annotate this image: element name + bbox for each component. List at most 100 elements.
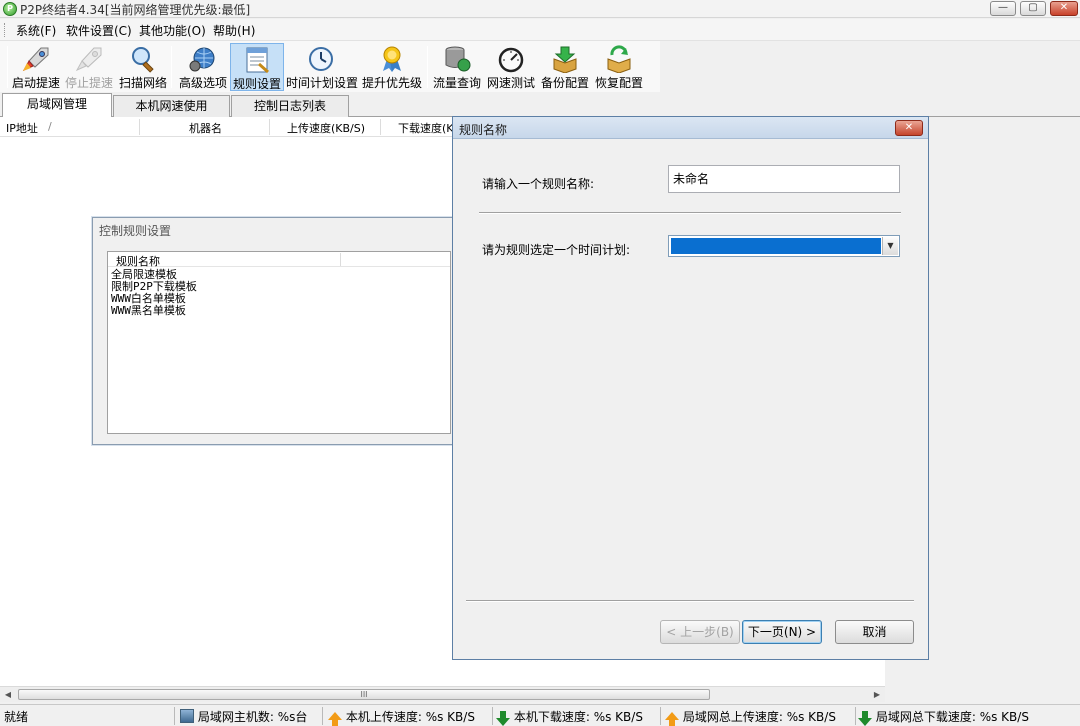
rules-document-icon (246, 47, 269, 74)
raise-priority-button[interactable]: 提升优先级 (362, 43, 422, 91)
magnifier-icon (132, 47, 154, 73)
title-bar: P P2P终结者4.34[当前网络管理优先级:最低] — ▢ ✕ (0, 0, 1080, 18)
schedule-select[interactable]: ▼ (668, 235, 900, 257)
column-download-speed[interactable]: 下载速度(K (398, 120, 454, 136)
tool-label: 恢复配置 (594, 76, 643, 90)
close-window-button[interactable]: ✕ (1050, 1, 1078, 16)
column-separator[interactable] (269, 119, 270, 135)
local-upload-status: 本机上传速度: %s KB/S (328, 708, 475, 726)
status-separator (660, 707, 661, 725)
tool-label: 备份配置 (540, 76, 589, 90)
advanced-options-button[interactable]: 高级选项 (177, 43, 229, 91)
tool-label: 时间计划设置 (286, 76, 359, 90)
column-machine-name[interactable]: 机器名 (189, 120, 222, 136)
maximize-button[interactable]: ▢ (1020, 1, 1046, 16)
schedule-selected-value (671, 238, 881, 254)
dialog-close-button[interactable]: ✕ (895, 120, 923, 136)
restore-config-button[interactable]: 恢复配置 (594, 43, 644, 91)
speed-test-button[interactable]: 网速测试 (486, 43, 536, 91)
start-speedup-button[interactable]: 启动提速 (12, 43, 60, 91)
dialog-title: 规则名称 (459, 123, 508, 137)
clock-icon (309, 47, 333, 71)
rocket-icon (22, 47, 49, 72)
local-download-label: 本机下载速度: (513, 710, 590, 724)
menu-help[interactable]: 帮助(H) (213, 22, 255, 39)
database-globe-icon (445, 46, 471, 72)
speedometer-icon (498, 47, 524, 73)
app-logo-icon: P (3, 2, 17, 16)
column-rule-name[interactable]: 规则名称 (116, 253, 160, 269)
status-separator (174, 707, 175, 725)
status-separator (855, 707, 856, 725)
scan-network-button[interactable]: 扫描网络 (119, 43, 167, 91)
menu-software-settings[interactable]: 软件设置(C) (66, 22, 132, 39)
backup-config-button[interactable]: 备份配置 (540, 43, 590, 91)
window-title: P2P终结者4.34[当前网络管理优先级:最低] (20, 3, 251, 17)
download-arrow-icon (496, 711, 510, 726)
toolbar: 启动提速 停止提速 扫描网络 高级选项 规则设置 时间计划设置 提升优先级 流量… (0, 41, 660, 92)
rule-name-input[interactable]: 未命名 (668, 165, 900, 193)
status-separator (322, 707, 323, 725)
scroll-right-arrow-icon[interactable]: ▶ (871, 690, 883, 700)
sort-indicator: / (48, 120, 52, 133)
tool-label: 高级选项 (178, 76, 227, 90)
rocket-disabled-icon (75, 47, 102, 72)
schedule-settings-button[interactable]: 时间计划设置 (286, 43, 359, 91)
next-page-button[interactable]: 下一页(N) > (742, 620, 822, 644)
tab-local-speed[interactable]: 本机网速使用 (113, 95, 230, 117)
column-ip-address[interactable]: IP地址 (6, 120, 38, 136)
scrollbar-thumb[interactable]: III (18, 689, 710, 700)
prev-step-button[interactable]: < 上一步(B) (660, 620, 740, 644)
toolbar-separator (7, 46, 8, 88)
column-upload-speed[interactable]: 上传速度(KB/S) (287, 120, 365, 136)
tool-label: 流量查询 (432, 76, 481, 90)
traffic-query-button[interactable]: 流量查询 (432, 43, 482, 91)
menu-bar: 系统(F) 软件设置(C) 其他功能(O) 帮助(H) (0, 19, 1080, 41)
tool-label: 网速测试 (486, 76, 535, 90)
box-refresh-icon (607, 45, 631, 73)
download-arrow-icon (858, 711, 872, 726)
rule-list[interactable]: 规则名称 全局限速模板 限制P2P下载模板 WWW白名单模板 WWW黑名单模板 (107, 251, 451, 434)
lan-download-label: 局域网总下载速度: (875, 710, 976, 724)
rule-name-label: 请输入一个规则名称: (482, 177, 595, 191)
horizontal-scrollbar[interactable]: ◀ III ▶ (0, 686, 885, 702)
minimize-button[interactable]: — (990, 1, 1016, 16)
tab-control-log[interactable]: 控制日志列表 (231, 95, 349, 117)
chevron-down-icon[interactable]: ▼ (882, 237, 898, 255)
scrollbar-grip: III (360, 690, 368, 699)
local-download-status: 本机下载速度: %s KB/S (496, 708, 643, 726)
lan-upload-value: %s KB/S (786, 710, 836, 724)
stop-speedup-button[interactable]: 停止提速 (65, 43, 113, 91)
rule-settings-button[interactable]: 规则设置 (230, 43, 284, 91)
schedule-label: 请为规则选定一个时间计划: (482, 243, 631, 257)
lan-download-status: 局域网总下载速度: %s KB/S (858, 708, 1029, 726)
tab-lan-management[interactable]: 局域网管理 (2, 93, 112, 118)
local-upload-label: 本机上传速度: (345, 710, 422, 724)
column-separator[interactable] (340, 253, 341, 266)
column-separator[interactable] (380, 119, 381, 135)
scroll-left-arrow-icon[interactable]: ◀ (2, 690, 14, 700)
menu-other-functions[interactable]: 其他功能(O) (139, 22, 206, 39)
lan-upload-status: 局域网总上传速度: %s KB/S (665, 708, 836, 726)
globe-tools-icon (189, 47, 215, 72)
main-tabs: 局域网管理 本机网速使用 控制日志列表 (0, 93, 1080, 118)
menu-system[interactable]: 系统(F) (16, 22, 56, 39)
tool-label: 扫描网络 (119, 76, 168, 90)
local-download-value: %s KB/S (593, 710, 643, 724)
rule-list-header: 规则名称 (108, 252, 450, 269)
status-bar: 就绪 局域网主机数: %s台 本机上传速度: %s KB/S 本机下载速度: %… (0, 704, 1080, 726)
tool-label: 启动提速 (12, 76, 61, 90)
upload-arrow-icon (665, 712, 679, 726)
divider (466, 600, 914, 602)
divider (479, 212, 901, 214)
award-medal-icon (383, 46, 401, 72)
box-down-arrow-icon (553, 46, 577, 73)
close-icon: ✕ (904, 122, 914, 133)
local-upload-value: %s KB/S (425, 710, 475, 724)
upload-arrow-icon (328, 712, 342, 726)
tool-label: 提升优先级 (362, 76, 423, 90)
status-text: 就绪 (4, 710, 29, 724)
column-separator[interactable] (139, 119, 140, 135)
list-item[interactable]: WWW黑名单模板 (111, 305, 186, 317)
cancel-button[interactable]: 取消 (835, 620, 914, 644)
